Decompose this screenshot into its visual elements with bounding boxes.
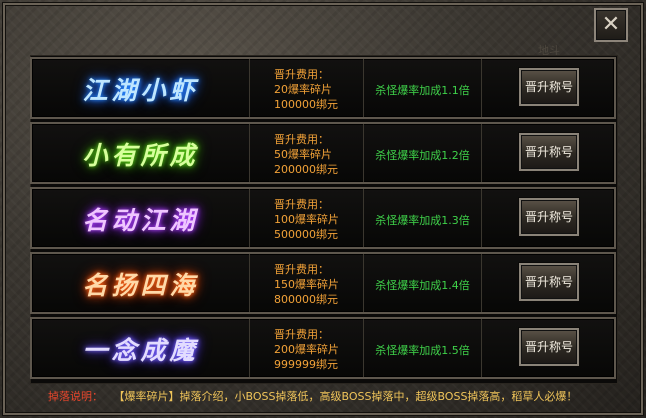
cost-cell: 晋升费用： 100爆率碎片 500000绑元 <box>250 189 364 247</box>
title-name: 名扬四海 <box>82 271 199 300</box>
cost-label: 晋升费用： <box>274 133 329 146</box>
promote-title-button[interactable]: 晋升称号 <box>519 68 579 106</box>
cost-cell: 晋升费用： 150爆率碎片 800000绑元 <box>250 254 364 312</box>
bonus-cell: 杀怪爆率加成1.5倍 <box>364 319 482 377</box>
title-row: 小有所成 晋升费用： 50爆率碎片 200000绑元 杀怪爆率加成1.2倍 晋升… <box>30 122 616 184</box>
title-row: 一念成魔 晋升费用： 200爆率碎片 999999绑元 杀怪爆率加成1.5倍 晋… <box>30 317 616 379</box>
action-cell: 晋升称号 <box>482 254 614 312</box>
title-name: 江湖小虾 <box>82 76 199 105</box>
action-cell: 晋升称号 <box>482 124 614 182</box>
title-promotion-dialog: 地斗 ✕ 江湖小虾 晋升费用： 20爆率碎片 100000绑元 杀怪爆率加成1.… <box>0 0 646 418</box>
cost-fragments: 20爆率碎片 <box>274 83 332 96</box>
promote-title-button[interactable]: 晋升称号 <box>519 328 579 366</box>
title-row: 江湖小虾 晋升费用： 20爆率碎片 100000绑元 杀怪爆率加成1.1倍 晋升… <box>30 57 616 119</box>
title-name-cell: 一念成魔 <box>32 319 250 377</box>
close-button[interactable]: ✕ <box>594 8 628 42</box>
bonus-cell: 杀怪爆率加成1.3倍 <box>364 189 482 247</box>
bonus-text: 杀怪爆率加成1.5倍 <box>375 344 470 357</box>
action-cell: 晋升称号 <box>482 319 614 377</box>
title-name: 一念成魔 <box>82 336 199 365</box>
close-icon: ✕ <box>601 12 621 37</box>
cost-currency: 200000绑元 <box>274 163 338 176</box>
cost-fragments: 150爆率碎片 <box>274 278 339 291</box>
bonus-text: 杀怪爆率加成1.4倍 <box>375 279 470 292</box>
title-name: 名动江湖 <box>82 206 199 235</box>
cost-cell: 晋升费用： 200爆率碎片 999999绑元 <box>250 319 364 377</box>
cost-cell: 晋升费用： 20爆率碎片 100000绑元 <box>250 59 364 117</box>
promote-title-button[interactable]: 晋升称号 <box>519 133 579 171</box>
cost-fragments: 50爆率碎片 <box>274 148 332 161</box>
cost-fragments: 200爆率碎片 <box>274 343 339 356</box>
cost-currency: 800000绑元 <box>274 293 338 306</box>
bonus-text: 杀怪爆率加成1.2倍 <box>375 149 470 162</box>
title-row: 名动江湖 晋升费用： 100爆率碎片 500000绑元 杀怪爆率加成1.3倍 晋… <box>30 187 616 249</box>
drop-info-label: 掉落说明： <box>48 390 103 403</box>
cost-label: 晋升费用： <box>274 328 329 341</box>
promote-title-button[interactable]: 晋升称号 <box>519 198 579 236</box>
title-name-cell: 小有所成 <box>32 124 250 182</box>
cost-currency: 100000绑元 <box>274 98 338 111</box>
cost-currency: 500000绑元 <box>274 228 338 241</box>
cost-label: 晋升费用： <box>274 263 329 276</box>
bonus-cell: 杀怪爆率加成1.4倍 <box>364 254 482 312</box>
cost-label: 晋升费用： <box>274 198 329 211</box>
cost-label: 晋升费用： <box>274 68 329 81</box>
title-row: 名扬四海 晋升费用： 150爆率碎片 800000绑元 杀怪爆率加成1.4倍 晋… <box>30 252 616 314</box>
action-cell: 晋升称号 <box>482 59 614 117</box>
bonus-cell: 杀怪爆率加成1.1倍 <box>364 59 482 117</box>
title-name-cell: 名动江湖 <box>32 189 250 247</box>
title-name-cell: 江湖小虾 <box>32 59 250 117</box>
cost-fragments: 100爆率碎片 <box>274 213 339 226</box>
action-cell: 晋升称号 <box>482 189 614 247</box>
title-name-cell: 名扬四海 <box>32 254 250 312</box>
drop-info-text: 【爆率碎片】掉落介绍，小BOSS掉落低，高级BOSS掉落中，超级BOSS掉落高，… <box>119 390 578 403</box>
bonus-text: 杀怪爆率加成1.1倍 <box>375 84 470 97</box>
cost-cell: 晋升费用： 50爆率碎片 200000绑元 <box>250 124 364 182</box>
cost-currency: 999999绑元 <box>274 358 338 371</box>
title-name: 小有所成 <box>82 141 199 170</box>
bonus-cell: 杀怪爆率加成1.2倍 <box>364 124 482 182</box>
drop-info-footer: 掉落说明： 【爆率碎片】掉落介绍，小BOSS掉落低，高级BOSS掉落中，超级BOS… <box>48 388 577 404</box>
promote-title-button[interactable]: 晋升称号 <box>519 263 579 301</box>
bonus-text: 杀怪爆率加成1.3倍 <box>375 214 470 227</box>
